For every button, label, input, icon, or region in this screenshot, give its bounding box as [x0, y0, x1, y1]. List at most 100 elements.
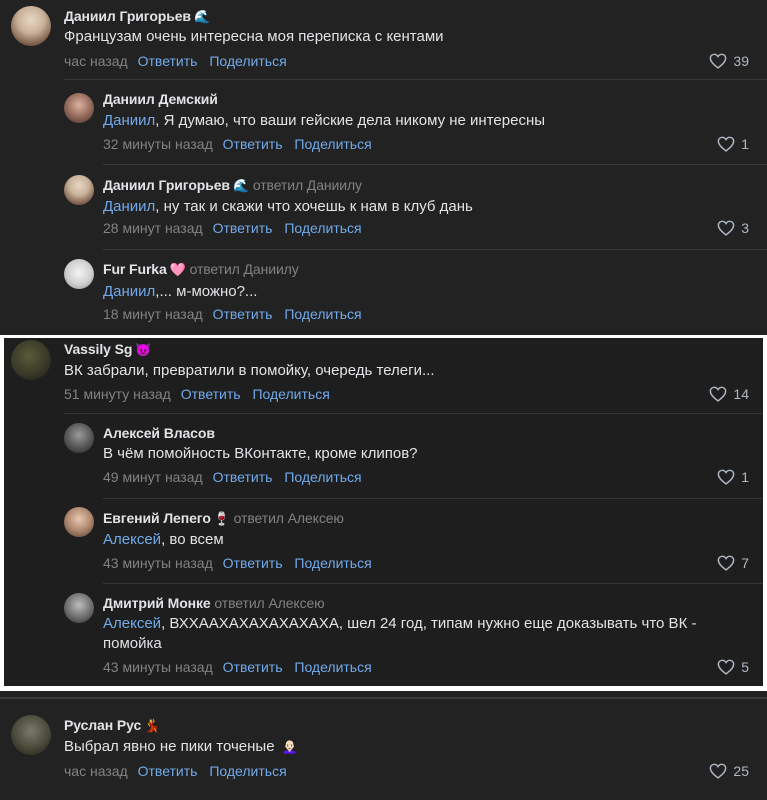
- like-button[interactable]: 1: [717, 136, 749, 152]
- reply-button[interactable]: Ответить: [138, 763, 198, 779]
- comment-footer: 43 минуты назад Ответить Поделиться: [103, 659, 380, 675]
- avatar[interactable]: [64, 593, 94, 623]
- like-count: 25: [733, 763, 749, 779]
- timestamp[interactable]: 49 минут назад: [103, 469, 203, 485]
- dancer-emoji-icon: 💃: [144, 718, 161, 734]
- comment-text: Французам очень интересна моя переписка …: [64, 28, 444, 45]
- heart-icon: [717, 555, 735, 571]
- divider: [64, 413, 763, 414]
- avatar[interactable]: [11, 6, 51, 46]
- timestamp[interactable]: 32 минуты назад: [103, 136, 213, 152]
- wave-emoji-icon: 🌊: [232, 178, 250, 194]
- author-name[interactable]: Руслан Рус 💃: [64, 717, 160, 734]
- share-button[interactable]: Поделиться: [209, 53, 286, 69]
- author-name[interactable]: Fur Furka 🩷 ответил Даниилу: [103, 261, 299, 278]
- author-name[interactable]: Даниил Григорьев 🌊: [64, 8, 210, 25]
- timestamp[interactable]: час назад: [64, 53, 128, 69]
- comment-footer: 51 минуту назад Ответить Поделиться: [64, 386, 338, 402]
- comment-text: Алексей, ВХХААХАХАХАХАХАХА, шел 24 год, …: [103, 615, 697, 652]
- share-button[interactable]: Поделиться: [294, 659, 371, 675]
- reply-button[interactable]: Ответить: [213, 220, 273, 236]
- share-button[interactable]: Поделиться: [252, 386, 329, 402]
- heart-icon: [717, 136, 735, 152]
- like-count: 1: [741, 136, 749, 152]
- reply-button[interactable]: Ответить: [223, 659, 283, 675]
- author-name[interactable]: Дмитрий Монке ответил Алексею: [103, 595, 325, 611]
- mention-link[interactable]: Даниил: [103, 198, 155, 215]
- timestamp[interactable]: 43 минуты назад: [103, 659, 213, 675]
- like-count: 14: [733, 386, 749, 402]
- comment-footer: 32 минуты назад Ответить Поделиться: [103, 136, 380, 152]
- like-button[interactable]: 7: [717, 555, 749, 571]
- avatar[interactable]: [64, 175, 94, 205]
- like-button[interactable]: 25: [709, 763, 749, 779]
- reply-button[interactable]: Ответить: [223, 136, 283, 152]
- avatar[interactable]: [64, 423, 94, 453]
- like-button[interactable]: 3: [717, 220, 749, 236]
- reply-button[interactable]: Ответить: [213, 469, 273, 485]
- like-count: 1: [741, 469, 749, 485]
- heart-icon: [709, 763, 727, 779]
- timestamp[interactable]: 51 минуту назад: [64, 386, 171, 402]
- author-name[interactable]: Алексей Власов: [103, 425, 215, 441]
- comment-footer: 49 минут назад Ответить Поделиться: [103, 469, 370, 485]
- timestamp[interactable]: 18 минут назад: [103, 306, 203, 322]
- comment-footer: 43 минуты назад Ответить Поделиться: [103, 555, 380, 571]
- author-name[interactable]: Даниил Демский: [103, 91, 218, 107]
- mention-link[interactable]: Алексей: [103, 531, 161, 548]
- comment-text: Даниил, Я думаю, что ваши гейские дела н…: [103, 112, 546, 129]
- comment-text: Алексей, во всем: [103, 531, 224, 548]
- author-name[interactable]: Евгений Лепего 🍷 ответил Алексею: [103, 510, 344, 527]
- heart-icon: [709, 386, 727, 402]
- wine-glass-icon: 🍷: [213, 511, 230, 527]
- heart-icon: [717, 220, 735, 236]
- avatar[interactable]: [64, 93, 94, 123]
- heart-icon: [709, 53, 727, 69]
- avatar[interactable]: [64, 507, 94, 537]
- share-button[interactable]: Поделиться: [294, 555, 371, 571]
- comment-thread-3: Руслан Рус 💃 Выбрал явно не пики точеные …: [0, 697, 767, 800]
- reply-button[interactable]: Ответить: [223, 555, 283, 571]
- comment-text: ВК забрали, превратили в помойку, очеред…: [64, 362, 435, 379]
- timestamp[interactable]: 28 минут назад: [103, 220, 203, 236]
- share-button[interactable]: Поделиться: [284, 469, 361, 485]
- like-button[interactable]: 14: [709, 386, 749, 402]
- divider: [103, 164, 767, 165]
- replied-to: ответил Алексею: [233, 510, 344, 526]
- mention-link[interactable]: Даниил: [103, 112, 155, 129]
- heart-icon: [717, 659, 735, 675]
- timestamp[interactable]: час назад: [64, 763, 128, 779]
- reply-button[interactable]: Ответить: [138, 53, 198, 69]
- reply-button[interactable]: Ответить: [181, 386, 241, 402]
- like-button[interactable]: 5: [717, 659, 749, 675]
- like-count: 5: [741, 659, 749, 675]
- share-button[interactable]: Поделиться: [209, 763, 286, 779]
- author-name[interactable]: Vassily Sg 😈: [64, 341, 151, 358]
- like-button[interactable]: 1: [717, 469, 749, 485]
- devil-emoji-icon: 😈: [135, 342, 152, 358]
- pink-heart-icon: 🩷: [169, 262, 186, 278]
- divider: [103, 498, 763, 499]
- like-count: 39: [733, 53, 749, 69]
- share-button[interactable]: Поделиться: [284, 220, 361, 236]
- comment-footer: 18 минут назад Ответить Поделиться: [103, 306, 370, 322]
- share-button[interactable]: Поделиться: [284, 306, 361, 322]
- comment-text: Даниил,... м-можно?...: [103, 283, 258, 300]
- share-button[interactable]: Поделиться: [294, 136, 371, 152]
- replied-to: ответил Даниилу: [189, 261, 299, 277]
- timestamp[interactable]: 43 минуты назад: [103, 555, 213, 571]
- like-button[interactable]: 39: [709, 53, 749, 69]
- comment-text: Даниил, ну так и скажи что хочешь к нам …: [103, 198, 473, 215]
- author-name[interactable]: Даниил Григорьев 🌊 ответил Даниилу: [103, 177, 362, 194]
- avatar[interactable]: [11, 340, 51, 380]
- mention-link[interactable]: Даниил: [103, 283, 155, 300]
- comment-footer: 28 минут назад Ответить Поделиться: [103, 220, 370, 236]
- comment-thread-1: Даниил Григорьев 🌊 Французам очень интере…: [0, 0, 767, 335]
- avatar[interactable]: [11, 715, 51, 755]
- reply-button[interactable]: Ответить: [213, 306, 273, 322]
- replied-to: ответил Даниилу: [252, 177, 362, 193]
- bald-woman-emoji-icon: 👩🏻‍🦲: [281, 739, 298, 755]
- mention-link[interactable]: Алексей: [103, 615, 161, 632]
- avatar[interactable]: [64, 259, 94, 289]
- comment-text: В чём помойность ВКонтакте, кроме клипов…: [103, 445, 418, 462]
